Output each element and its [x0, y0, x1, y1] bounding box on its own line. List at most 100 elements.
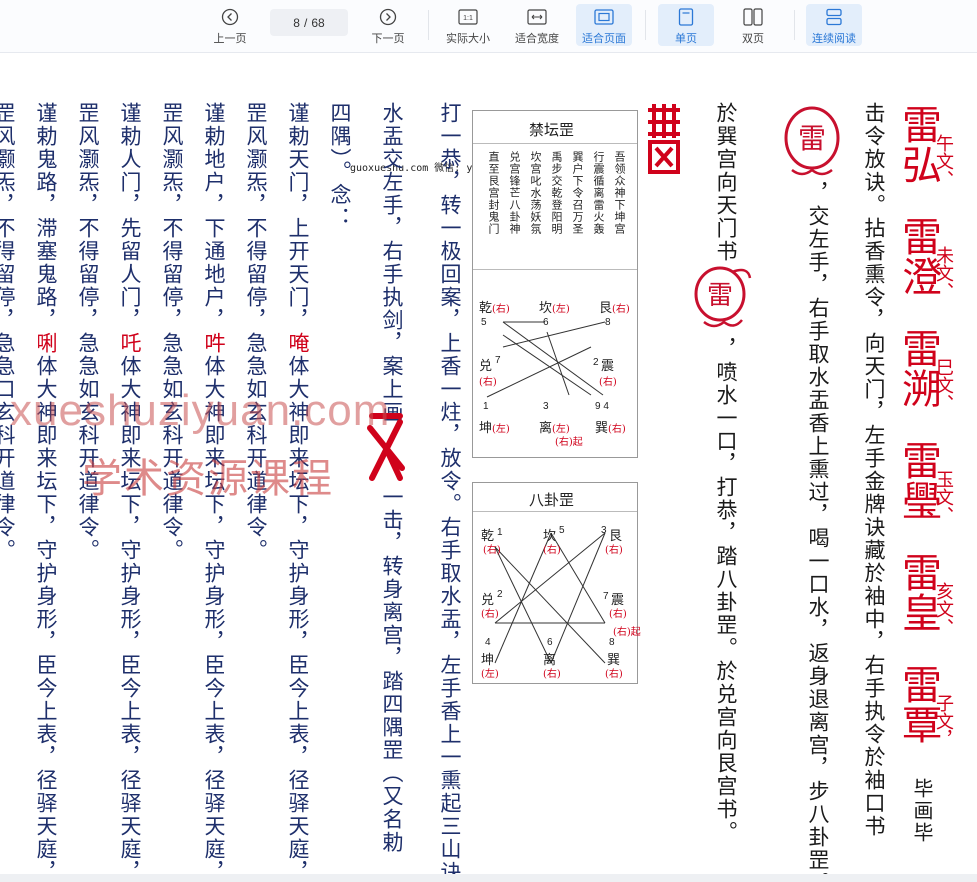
- verse-line: 坎宫叱水荡妖氛: [529, 151, 542, 235]
- divider: [473, 143, 637, 144]
- start-marker: (右)起: [555, 437, 583, 448]
- node-zhen-sub: (右): [609, 609, 627, 620]
- verse-line: 行震循离雷火轰: [592, 151, 605, 235]
- node-dui: 兑: [479, 359, 493, 374]
- node-gen-num: 8: [605, 317, 611, 328]
- node-xun-num: 8: [609, 637, 615, 648]
- node-kun-num: 1: [483, 401, 489, 412]
- node-xun-sub: (右): [605, 669, 623, 680]
- next-page-label: 下一页: [371, 33, 405, 45]
- watermark-latin: xueshuziyuan.com: [10, 386, 391, 435]
- double-page-icon: [743, 7, 763, 26]
- seal-2-glyph: 雷: [707, 281, 733, 311]
- single-page-label: 单页: [675, 33, 697, 45]
- text-column-4: 打一恭，转一极回案，上香一炷，放令。右手取水盂，左手香上一熏起三山诀，: [438, 102, 462, 874]
- toolbar-divider: [428, 10, 429, 40]
- diagram-bagua-gang: 八卦罡 乾 (右) 1 坎 (右) 5 艮 (右) 3 兑 (右) 2 震 (右…: [472, 482, 641, 684]
- node-kan-sub: (右): [543, 545, 561, 556]
- seal-stamp-2: 雷: [690, 262, 754, 334]
- divider: [473, 511, 637, 512]
- talisman-entry: 雷覃 子文，: [895, 664, 960, 754]
- seal-stamp-1: 雷: [780, 104, 844, 182]
- node-kun: 坤(左): [479, 421, 510, 436]
- page-indicator[interactable]: 8 / 68: [270, 9, 348, 36]
- node-dui-sub: (右): [481, 609, 499, 620]
- actual-size-label: 实际大小: [446, 33, 490, 45]
- toolbar-divider: [794, 10, 795, 40]
- next-page-button[interactable]: 下一页: [358, 4, 418, 46]
- diagram-2-title: 八卦罡: [529, 491, 575, 509]
- verse-line: 兑宫锋芒八卦神: [508, 151, 521, 235]
- seal-1-glyph: 雷: [798, 122, 826, 155]
- chevron-right-circle-icon: [379, 7, 397, 26]
- prev-page-button[interactable]: 上一页: [200, 4, 260, 46]
- double-page-button[interactable]: 双页: [725, 4, 781, 46]
- actual-size-icon-text: 1:1: [463, 15, 473, 22]
- talisman-entry: 雷澄 未文、: [895, 216, 960, 328]
- fit-width-button[interactable]: 适合宽度: [506, 4, 568, 46]
- talisman-entry: 雷弘 午文、: [895, 104, 960, 216]
- diagram-jintan-gang: 禁坛罡 吾领众神下坤宫 行震循离雷火轰 巽户下令召万圣 禹步交乾登阳明 坎宫叱水…: [472, 110, 638, 458]
- node-qian: 乾(右): [479, 301, 510, 316]
- verse-line: 禹步交乾登阳明: [550, 151, 563, 235]
- reader-toolbar: 上一页 8 / 68 下一页 1:1 实际大小 适合宽度 适合页面 单页 双页 …: [0, 0, 977, 53]
- diagram-1-title: 禁坛罡: [529, 121, 575, 139]
- node-li-sub: (右): [543, 669, 561, 680]
- red-seal-glyph: [644, 102, 684, 178]
- diagram-1-verses: 吾领众神下坤宫 行震循离雷火轰 巽户下令召万圣 禹步交乾登阳明 坎宫叱水荡妖氛 …: [481, 151, 631, 257]
- talisman-caption: 亥文、: [933, 582, 954, 636]
- single-page-icon: [678, 7, 694, 26]
- continuous-read-label: 连续阅读: [812, 33, 856, 45]
- fit-page-icon: [594, 7, 614, 26]
- talisman-entry: 雷皇 亥文、: [895, 552, 960, 664]
- watermark-cn: 学术资源课程: [82, 456, 334, 502]
- node-kan: 坎(左): [539, 301, 570, 316]
- node-xun-num: 9 4: [595, 401, 609, 412]
- node-kun-num: 4: [485, 637, 491, 648]
- text-column-2: ，交左手，右手取水盂香上熏过，喝一口水，返身退离宫，步八卦罡。: [806, 182, 830, 874]
- fit-width-label: 适合宽度: [515, 33, 559, 45]
- node-li-num: 3: [543, 401, 549, 412]
- text-column-5a: 水盂交左手，右手执剑，案上画: [380, 102, 404, 424]
- node-dui-sub: (右): [479, 377, 497, 388]
- node-kun-sub: (左): [481, 669, 499, 680]
- text-column-6: 四隅）。念：: [328, 102, 352, 230]
- node-dui-num: 2: [497, 589, 503, 600]
- double-page-label: 双页: [742, 33, 764, 45]
- continuous-read-button[interactable]: 连续阅读: [806, 4, 862, 46]
- actual-size-icon: 1:1: [458, 7, 478, 26]
- page-current[interactable]: 8: [293, 16, 300, 30]
- verse-line: 巽户下令召万圣: [571, 151, 584, 235]
- verse-line: 吾领众神下坤宫: [613, 151, 626, 235]
- node-qian-num: 1: [497, 527, 503, 538]
- fit-page-label: 适合页面: [582, 33, 626, 45]
- node-qian-sub: (右): [483, 545, 501, 556]
- node-gen-num: 3: [601, 525, 607, 536]
- talisman-entry: 雷溯 巳文、: [895, 328, 960, 440]
- talisman-caption: 巳文、: [933, 358, 954, 412]
- node-kan-num: 5: [559, 525, 565, 536]
- page-separator: /: [303, 15, 308, 30]
- node-gen-sub: (右): [605, 545, 623, 556]
- fit-page-button[interactable]: 适合页面: [576, 4, 632, 46]
- node-kan-num: 6: [543, 317, 549, 328]
- prev-page-label: 上一页: [213, 33, 247, 45]
- single-page-button[interactable]: 单页: [658, 4, 714, 46]
- verse-column: 罡风灏炁，不得留停，急急口玄科开道律令。: [0, 102, 16, 562]
- fit-width-icon: [527, 7, 547, 26]
- page-total: 68: [311, 15, 325, 30]
- verse-column: 谨勅鬼路，滞塞鬼路，唎体大神即来坛下，守护身形，臣今上表，径驿天庭，: [34, 102, 58, 874]
- divider: [473, 269, 637, 270]
- talisman-entry: 雷璺 玉文、: [895, 440, 960, 552]
- node-zhen: 震: [601, 359, 615, 374]
- verse-line: 直至艮宫封鬼门: [487, 151, 500, 235]
- talisman-caption: 玉文、: [933, 470, 954, 524]
- actual-size-button[interactable]: 1:1 实际大小: [438, 4, 498, 46]
- text-column-1: 击令放诀。拈香熏令，向天门，左手金牌诀藏於袖中，右手执令於袖口书: [862, 102, 886, 838]
- end-marker: 毕画毕: [910, 778, 934, 844]
- talisman-column: 雷弘 午文、 雷澄 未文、 雷溯 巳文、 雷璺 玉文、 雷皇 亥文、 雷覃 子文…: [895, 104, 960, 754]
- continuous-read-icon: [825, 7, 843, 26]
- node-zhen-num: 7: [603, 591, 609, 602]
- node-dui-num: 7: [495, 355, 501, 366]
- start-marker: (右)起: [613, 627, 641, 638]
